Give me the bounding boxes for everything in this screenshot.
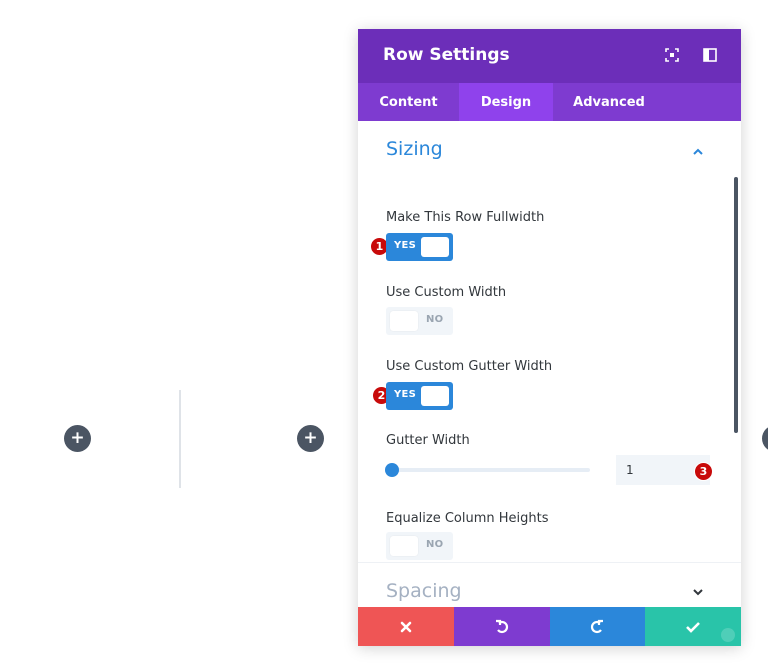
equalize-toggle[interactable]: NO bbox=[386, 532, 453, 560]
scrollbar[interactable] bbox=[734, 177, 738, 433]
checkmark-icon bbox=[686, 621, 701, 633]
add-row-button[interactable] bbox=[762, 425, 768, 452]
custom-gutter-toggle[interactable]: YES bbox=[386, 382, 453, 410]
chevron-down-icon[interactable] bbox=[691, 584, 705, 598]
step-marker: 3 bbox=[694, 462, 713, 481]
gutter-width-slider-track[interactable] bbox=[393, 468, 590, 472]
settings-body: Sizing Make This Row Fullwidth 1 YES Use… bbox=[358, 121, 741, 607]
add-column-button[interactable]: + bbox=[64, 425, 91, 452]
resize-handle[interactable] bbox=[721, 628, 735, 642]
toggle-knob bbox=[390, 311, 418, 331]
toggle-state-label: NO bbox=[426, 539, 444, 550]
section-divider bbox=[358, 562, 741, 563]
modal-footer bbox=[358, 607, 741, 646]
custom-width-label: Use Custom Width bbox=[386, 285, 507, 300]
tab-design[interactable]: Design bbox=[459, 83, 553, 121]
tab-bar: Content Design Advanced bbox=[358, 83, 741, 121]
modal-title: Row Settings bbox=[383, 45, 510, 65]
save-button[interactable] bbox=[645, 607, 741, 646]
undo-icon bbox=[495, 619, 508, 633]
redo-button[interactable] bbox=[549, 607, 646, 646]
toggle-knob bbox=[390, 536, 418, 556]
equalize-label: Equalize Column Heights bbox=[386, 511, 549, 526]
gutter-width-slider-handle[interactable] bbox=[385, 463, 399, 477]
focus-icon[interactable] bbox=[665, 48, 679, 62]
split-view-icon[interactable] bbox=[703, 48, 717, 62]
undo-button[interactable] bbox=[453, 607, 550, 646]
toggle-state-label: YES bbox=[394, 389, 417, 400]
row-settings-modal: Row Settings Content Design Advanced Siz… bbox=[358, 29, 741, 646]
modal-header: Row Settings bbox=[358, 29, 741, 83]
toggle-state-label: YES bbox=[394, 240, 417, 251]
redo-icon bbox=[591, 619, 604, 633]
tab-advanced[interactable]: Advanced bbox=[553, 83, 665, 121]
section-title-spacing[interactable]: Spacing bbox=[386, 580, 462, 602]
fullwidth-label: Make This Row Fullwidth bbox=[386, 210, 545, 225]
chevron-up-icon[interactable] bbox=[691, 144, 705, 158]
gutter-width-label: Gutter Width bbox=[386, 433, 470, 448]
fullwidth-toggle[interactable]: YES bbox=[386, 233, 453, 261]
section-title-sizing[interactable]: Sizing bbox=[386, 138, 443, 160]
column-divider bbox=[179, 390, 181, 488]
toggle-knob bbox=[421, 237, 449, 257]
toggle-knob bbox=[421, 386, 449, 406]
tab-content[interactable]: Content bbox=[358, 83, 459, 121]
close-icon bbox=[400, 621, 412, 632]
custom-width-toggle[interactable]: NO bbox=[386, 307, 453, 335]
add-column-button[interactable]: + bbox=[297, 425, 324, 452]
cancel-button[interactable] bbox=[358, 607, 454, 646]
toggle-state-label: NO bbox=[426, 314, 444, 325]
custom-gutter-label: Use Custom Gutter Width bbox=[386, 359, 553, 374]
